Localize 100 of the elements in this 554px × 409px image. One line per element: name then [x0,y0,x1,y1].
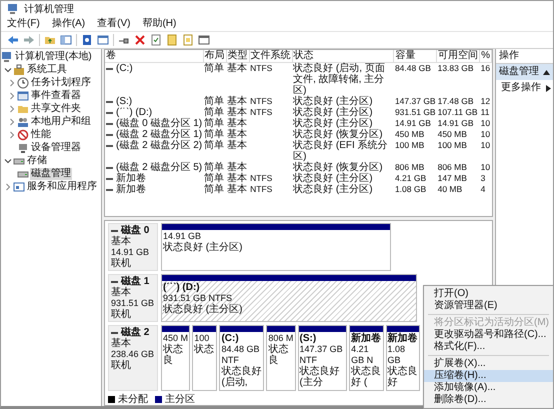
disk-status: 联机 [111,360,132,371]
menu-item[interactable]: 文件(F) [7,17,40,30]
disk-status: 联机 [111,309,132,320]
tree-item[interactable]: 性能 [30,129,52,141]
column-header[interactable]: % [480,50,492,62]
menu-item[interactable]: 压缩卷(H)... [424,370,553,382]
partition-label: (ˊ˙ˋ) (D:) [163,282,200,293]
table-cell: 16 [480,63,490,73]
menu-item[interactable]: 资源管理器(E) [424,300,553,312]
chevron-right-icon[interactable] [8,118,16,126]
partition-bar [298,326,346,332]
monitor-icon [17,142,29,154]
column-header[interactable]: 类型 [226,50,250,62]
tree-item[interactable]: 任务计划程序 [30,77,92,89]
partition-bar [193,326,216,332]
tree-item[interactable]: 事件查看器 [30,90,82,102]
chevron-down-icon[interactable] [4,66,12,74]
table-cell: 10 [480,162,490,172]
partition-block[interactable]: 新加卷 4.21 GB N 状态良好 ( [349,325,384,391]
column-header[interactable]: 状态 [292,50,394,62]
table-cell: 基本 [227,107,248,118]
menu-item[interactable]: 格式化(F)... [424,341,553,353]
chevron-right-icon[interactable] [8,131,16,139]
partition-block[interactable]: 450 M 状态良 [161,325,190,391]
partition-bar [267,326,295,332]
collapse-triangle-icon [543,70,550,74]
table-cell: 状态良好 (主分区) [293,96,373,107]
tree-item[interactable]: 设备管理器 [30,142,82,154]
table-cell: 状态良好 (EFI 系统分区) [293,140,388,162]
chevron-right-icon[interactable] [4,183,12,191]
tree-item[interactable]: 本地用户和组 [30,116,92,128]
actions-section-header[interactable]: 磁盘管理 [496,64,553,80]
table-cell: (磁盘 0 磁盘分区 1) [116,118,202,129]
disk-name: 磁盘 1 [121,276,150,287]
table-cell: 40 MB [438,184,462,194]
tree-item[interactable]: 服务和应用程序 [26,181,98,193]
tree-item[interactable]: 系统工具 [26,64,68,76]
submenu-arrow-icon [546,84,551,92]
document-check-icon[interactable] [150,34,162,46]
partition-size: 84.48 GB NTF [221,344,260,366]
delete-icon[interactable] [134,34,146,46]
menu-item[interactable]: 删除卷(D)... [424,394,553,406]
column-header[interactable]: 布局 [203,50,226,62]
folder-up-icon[interactable] [44,34,56,46]
menu-item[interactable]: 操作(A) [52,17,86,30]
table-cell: NTFS [250,96,272,106]
table-cell: (磁盘 2 磁盘分区 5) [116,162,202,173]
table-cell: 状态良好 (主分区) [293,184,373,195]
folder-icon [17,103,29,115]
back-arrow-icon[interactable] [7,34,19,46]
document-icon[interactable] [182,34,194,46]
partition-status: 状态良好 (主分区) [163,304,242,315]
partition-block[interactable]: 14.91 GB 状态良好 (主分区) [161,223,391,271]
panel-icon[interactable] [60,34,72,46]
table-cell: 11 [480,107,490,117]
table-cell: 状态良好 (启动, 页面文件, 故障转储, 主分区) [293,63,385,96]
table-cell: 4 [480,184,486,194]
table-cell: 简单 [204,129,224,140]
chevron-right-icon[interactable] [8,105,16,113]
chevron-right-icon[interactable] [8,92,16,100]
tree-item[interactable]: 存储 [26,155,48,167]
table-cell: NTFS [250,173,272,183]
disk-type: 基本 [111,338,132,349]
menu-item[interactable]: 帮助(H) [142,17,176,30]
table-cell: 基本 [227,118,248,129]
toolbox-icon [13,64,25,76]
tree-item[interactable]: 计算机管理(本地) [14,51,93,63]
partition-block[interactable]: 806 M 状态良 [266,325,296,391]
partition-bar [386,326,419,332]
partition-size: 147.37 GB NTF [300,344,344,366]
partition-size: 100 [194,333,210,344]
partition-block[interactable]: (S:) 147.37 GB NTF 状态良好 (主分 [298,325,348,391]
column-header[interactable]: 卷 [105,50,204,62]
panel-icon[interactable] [97,34,109,46]
menu-item[interactable]: 扩展卷(X)... [424,358,553,370]
menu-item[interactable]: 查看(V) [97,17,130,30]
table-cell: 简单 [204,96,224,107]
table-cell: 基本 [227,184,248,195]
menu-item[interactable]: 添加镜像(A)... [424,382,553,394]
tree-item[interactable]: 共享文件夹 [30,103,82,115]
partition-block[interactable]: 新加卷 1.08 GB 状态良好 [386,325,420,391]
partition-block[interactable]: (C:) 84.48 GB NTF 状态良好 (启动, [219,325,264,391]
menu-item[interactable]: 更改驱动器号和路径(C)... [424,329,553,341]
forward-arrow-icon[interactable] [23,34,35,46]
window-icon[interactable] [198,34,210,46]
table-cell: 状态良好 (主分区) [293,173,373,184]
chevron-down-icon[interactable] [4,157,12,165]
tree-item[interactable]: 磁盘管理 [30,168,72,180]
users-icon [17,116,29,128]
action-link[interactable]: 更多操作 [501,82,541,94]
document-icon[interactable] [166,34,178,46]
partition-block[interactable]: (ˊ˙ˋ) (D:) 931.51 GB NTFS 状态良好 (主分区) [161,274,417,322]
table-cell: 100 MB [394,140,424,150]
chevron-right-icon[interactable] [8,79,16,87]
disk-size: 931.51 GB [111,298,155,308]
disk-size: 238.46 GB [111,349,155,360]
menu-item[interactable]: 打开(O) [424,288,553,300]
table-cell: 新加卷 [116,184,146,195]
partition-block[interactable]: 100 状态 [192,325,218,391]
legend-label: 未分配 [118,394,148,405]
